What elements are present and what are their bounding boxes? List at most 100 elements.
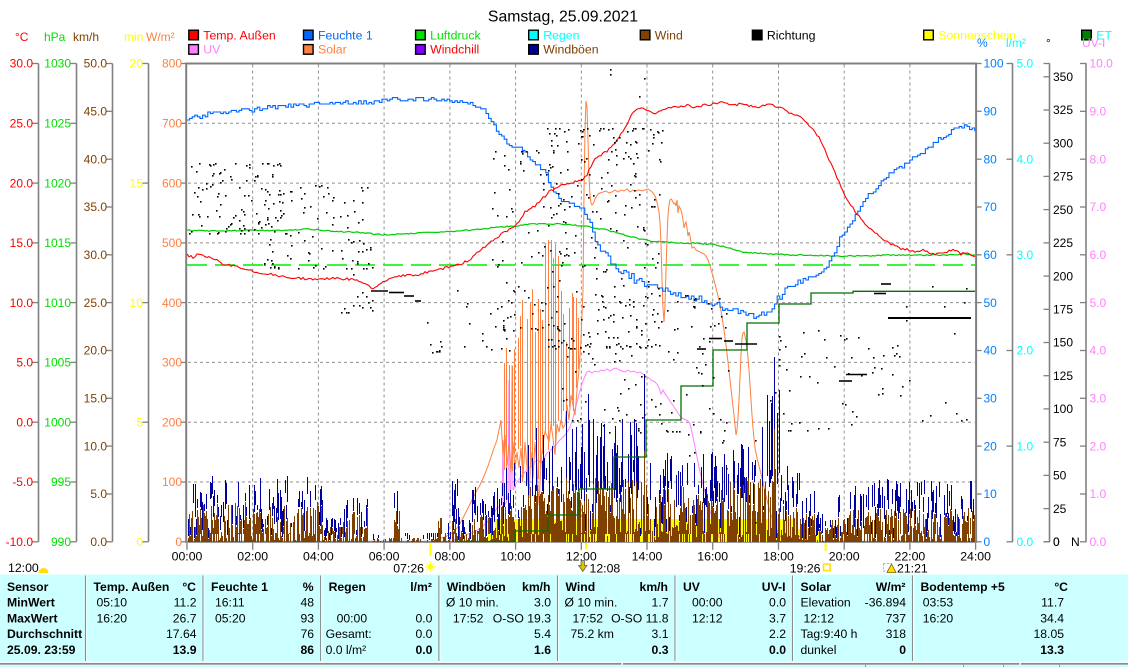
svg-text:5.0: 5.0 (90, 487, 107, 501)
svg-text:5: 5 (136, 415, 143, 429)
svg-text:25.0: 25.0 (84, 296, 108, 310)
svg-text:Temp. Außen: Temp. Außen (203, 28, 276, 42)
svg-text:km/h: km/h (640, 580, 668, 594)
svg-text:6.0: 6.0 (1090, 248, 1107, 262)
svg-text:03:53: 03:53 (923, 596, 954, 610)
svg-text:Durchschnitt: Durchschnitt (7, 627, 82, 641)
svg-text:0.0: 0.0 (1090, 535, 1107, 549)
svg-text:UV-I: UV-I (1082, 36, 1105, 50)
svg-text:15.0: 15.0 (10, 236, 34, 250)
svg-text:Bodentemp +5: Bodentemp +5 (921, 580, 1006, 594)
svg-text:0.0: 0.0 (1017, 535, 1034, 549)
svg-text:4.0: 4.0 (1090, 344, 1107, 358)
svg-text:10:00: 10:00 (500, 550, 531, 564)
svg-text:1000: 1000 (44, 415, 71, 429)
svg-text:90: 90 (984, 105, 998, 119)
svg-text:°: ° (1046, 36, 1051, 50)
svg-text:0.0 l/m²: 0.0 l/m² (326, 643, 367, 657)
svg-text:318: 318 (886, 627, 907, 641)
svg-text:75: 75 (1053, 435, 1067, 449)
svg-text:0: 0 (1053, 535, 1060, 549)
svg-text:Samstag, 25.09.2021: Samstag, 25.09.2021 (488, 9, 638, 26)
svg-text:30.0: 30.0 (84, 248, 108, 262)
svg-text:80: 80 (984, 152, 998, 166)
svg-text:100: 100 (162, 475, 182, 489)
svg-text:MinWert: MinWert (7, 596, 55, 610)
svg-text:26.7: 26.7 (173, 611, 197, 625)
svg-text:20:00: 20:00 (829, 550, 860, 564)
svg-text:0: 0 (984, 535, 991, 549)
svg-text:05:10: 05:10 (97, 596, 128, 610)
svg-text:km/h: km/h (73, 30, 99, 44)
svg-text:2.0: 2.0 (1017, 344, 1034, 358)
svg-text:1.7: 1.7 (652, 596, 669, 610)
svg-text:100: 100 (1053, 402, 1073, 416)
svg-text:20.0: 20.0 (84, 344, 108, 358)
svg-text:12:12: 12:12 (692, 611, 723, 625)
svg-text:0.0: 0.0 (90, 535, 107, 549)
svg-text:1.6: 1.6 (534, 643, 551, 657)
svg-text:18.05: 18.05 (1034, 627, 1065, 641)
svg-text:10: 10 (130, 296, 144, 310)
svg-text:40.0: 40.0 (84, 152, 108, 166)
svg-text:O-SO 19.3: O-SO 19.3 (493, 611, 551, 625)
svg-text:%: % (977, 36, 988, 50)
svg-text:l/m²: l/m² (1006, 36, 1026, 50)
svg-text:400: 400 (162, 296, 182, 310)
svg-text:250: 250 (1053, 203, 1073, 217)
svg-text:275: 275 (1053, 170, 1073, 184)
svg-text:Regen: Regen (329, 580, 366, 594)
svg-text:16:00: 16:00 (697, 550, 728, 564)
svg-text:25: 25 (1053, 502, 1067, 516)
svg-text:Solar: Solar (318, 43, 347, 57)
svg-text:hPa: hPa (44, 30, 66, 44)
svg-text:Elevation: Elevation (801, 596, 851, 610)
svg-text:Feuchte 1: Feuchte 1 (318, 28, 373, 42)
svg-text:13.3: 13.3 (1040, 643, 1064, 657)
svg-text:35.0: 35.0 (84, 200, 108, 214)
svg-text:990: 990 (51, 535, 71, 549)
svg-text:200: 200 (1053, 269, 1073, 283)
svg-text:70: 70 (984, 200, 998, 214)
svg-text:12:00: 12:00 (8, 561, 39, 575)
svg-text:W/m²: W/m² (146, 30, 175, 44)
svg-text:12:12: 12:12 (804, 611, 835, 625)
svg-text:17:52: 17:52 (573, 611, 604, 625)
svg-text:Windböen: Windböen (447, 580, 506, 594)
svg-text:14:00: 14:00 (632, 550, 663, 564)
svg-text:100: 100 (984, 57, 1004, 71)
svg-text:25.09. 23:59: 25.09. 23:59 (7, 643, 76, 657)
svg-text:km/h: km/h (522, 580, 550, 594)
svg-text:MaxWert: MaxWert (7, 611, 58, 625)
svg-text:11.7: 11.7 (1041, 596, 1064, 610)
svg-text:21:21: 21:21 (897, 562, 928, 576)
svg-text:17:52: 17:52 (453, 611, 484, 625)
svg-text:3.0: 3.0 (1090, 392, 1107, 406)
svg-text:3.0: 3.0 (534, 596, 551, 610)
svg-text:1030: 1030 (44, 57, 71, 71)
svg-text:12:08: 12:08 (590, 562, 621, 576)
svg-text:600: 600 (162, 176, 182, 190)
svg-text:17.64: 17.64 (166, 627, 197, 641)
svg-text:800: 800 (162, 57, 182, 71)
svg-text:Richtung: Richtung (767, 28, 816, 42)
svg-text:Sensor: Sensor (7, 580, 49, 594)
svg-text:25.0: 25.0 (10, 117, 34, 131)
svg-text:20: 20 (984, 439, 998, 453)
svg-text:02:00: 02:00 (237, 550, 268, 564)
svg-text:350: 350 (1053, 70, 1073, 84)
svg-text:0: 0 (899, 643, 906, 657)
svg-text:00:00: 00:00 (692, 596, 723, 610)
svg-text:N: N (1071, 535, 1080, 549)
svg-text:0.0: 0.0 (16, 415, 33, 429)
svg-text:20: 20 (130, 57, 144, 71)
svg-text:W/m²: W/m² (876, 580, 906, 594)
svg-text:16:20: 16:20 (97, 611, 128, 625)
svg-text:50.0: 50.0 (84, 57, 108, 71)
svg-text:737: 737 (886, 611, 907, 625)
svg-text:40: 40 (984, 344, 998, 358)
svg-text:O-SO 11.8: O-SO 11.8 (611, 611, 669, 625)
svg-text:dunkel: dunkel (801, 643, 837, 657)
svg-text:3.1: 3.1 (652, 627, 669, 641)
svg-text:3.7: 3.7 (769, 611, 786, 625)
